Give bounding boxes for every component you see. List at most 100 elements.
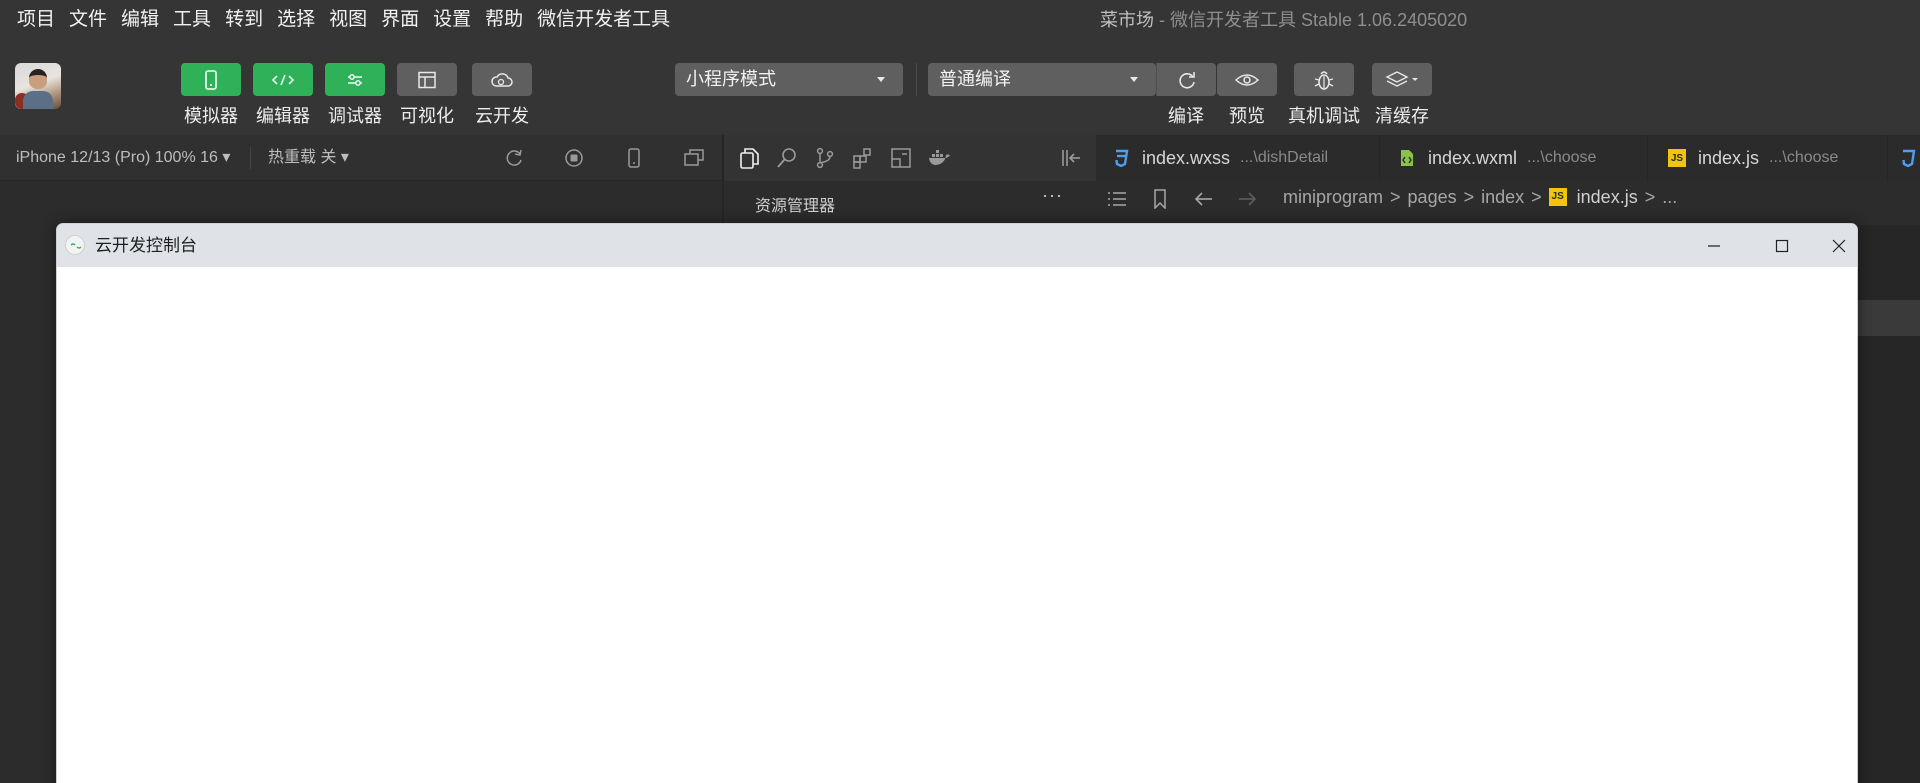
compile-label: 编译	[1168, 106, 1204, 126]
cloud-button[interactable]	[472, 63, 532, 96]
window-title: 菜市场 - 微信开发者工具 Stable 1.06.2405020	[1100, 0, 1467, 40]
detach-window-icon[interactable]	[683, 147, 705, 169]
cloud-console-logo-icon	[65, 235, 85, 255]
simulator-divider	[250, 147, 251, 169]
css-icon	[1112, 149, 1130, 167]
menu-edit[interactable]: 编辑	[114, 0, 166, 40]
breadcrumb: miniprogram > pages > index > JS index.js > …	[1096, 181, 1920, 225]
maximize-button[interactable]	[1752, 224, 1812, 267]
visual-button[interactable]	[397, 63, 457, 96]
project-name: 菜市场	[1100, 10, 1154, 30]
search-icon[interactable]	[775, 146, 799, 170]
app-name: 微信开发者工具 Stable 1.06.2405020	[1170, 10, 1468, 30]
simulator-bar: iPhone 12/13 (Pro) 100% 16 ▾ 热重载 关 ▾	[0, 135, 722, 181]
debugger-button[interactable]	[325, 63, 385, 96]
more-actions-icon[interactable]: ···	[1042, 185, 1063, 206]
mode-select[interactable]: 小程序模式	[675, 63, 903, 96]
menu-tools[interactable]: 工具	[166, 0, 218, 40]
explorer-header: 资源管理器 ···	[724, 181, 1096, 225]
docker-icon[interactable]	[927, 146, 951, 170]
tab-index-js[interactable]: JS index.js ...\choose	[1648, 135, 1888, 181]
phone-icon	[205, 69, 217, 90]
mode-select-value: 小程序模式	[686, 69, 776, 89]
source-control-icon[interactable]	[813, 146, 837, 170]
chevron-right-icon: >	[1531, 187, 1542, 207]
menu-bar: 项目 文件 编辑 工具 转到 选择 视图 界面 设置 帮助 微信开发者工具	[0, 0, 1920, 40]
wxml-icon	[1398, 149, 1416, 167]
sliders-icon	[348, 73, 362, 86]
layout-icon	[418, 71, 436, 88]
editor-button[interactable]	[253, 63, 313, 96]
menu-settings[interactable]: 设置	[426, 0, 478, 40]
maximize-icon	[1775, 239, 1789, 252]
collapse-panel-icon[interactable]	[1059, 146, 1083, 170]
cloud-icon	[491, 72, 513, 87]
breadcrumb-pages[interactable]: pages	[1408, 181, 1457, 213]
tab-overflow[interactable]	[1888, 135, 1920, 181]
back-arrow-icon[interactable]	[1193, 189, 1215, 209]
tab-index-wxss[interactable]: index.wxss ...\dishDetail	[1096, 135, 1380, 181]
stop-icon[interactable]	[563, 147, 585, 169]
breadcrumb-miniprogram[interactable]: miniprogram	[1283, 181, 1383, 213]
tab-filename: index.wxml	[1428, 147, 1518, 168]
extensions-icon[interactable]	[851, 146, 875, 170]
title-separator: -	[1154, 10, 1170, 30]
device-icon[interactable]	[623, 147, 645, 169]
menu-view[interactable]: 视图	[322, 0, 374, 40]
bug-icon	[1314, 70, 1334, 90]
compile-button[interactable]	[1156, 63, 1216, 96]
clear-cache-button[interactable]	[1372, 63, 1432, 96]
menu-file[interactable]: 文件	[62, 0, 114, 40]
editor-tabs: index.wxss ...\dishDetail index.wxml ...\c…	[1096, 135, 1920, 181]
forward-arrow-icon[interactable]	[1236, 189, 1258, 209]
tab-index-wxml[interactable]: index.wxml ...\choose	[1380, 135, 1648, 181]
breadcrumb-tail[interactable]: ...	[1662, 181, 1677, 213]
compile-mode-select[interactable]: 普通编译	[928, 63, 1156, 96]
editor-label: 编辑器	[256, 106, 310, 126]
avatar-head	[29, 69, 47, 89]
cloud-console-window: 云开发控制台	[56, 223, 1858, 783]
list-icon[interactable]	[1106, 189, 1128, 209]
tab-path: ...\dishDetail	[1240, 149, 1329, 166]
chevron-right-icon: >	[1390, 187, 1401, 207]
remote-debug-button[interactable]	[1294, 63, 1354, 96]
menu-selection[interactable]: 选择	[270, 0, 322, 40]
files-icon[interactable]	[737, 146, 761, 170]
visual-label: 可视化	[400, 106, 454, 126]
hot-reload-select[interactable]: 热重载 关 ▾	[268, 135, 349, 181]
avatar[interactable]	[15, 63, 61, 109]
toolbar-divider	[916, 63, 917, 96]
close-button[interactable]	[1820, 224, 1857, 267]
breadcrumb-file[interactable]: index.js	[1577, 181, 1638, 213]
menu-devtools[interactable]: 微信开发者工具	[530, 0, 677, 40]
breadcrumb-index[interactable]: index	[1481, 181, 1524, 213]
chevron-down-icon	[877, 77, 885, 82]
sub-toolbar: iPhone 12/13 (Pro) 100% 16 ▾ 热重载 关 ▾ ind…	[0, 135, 1920, 181]
simulator-label: 模拟器	[184, 106, 238, 126]
menu-goto[interactable]: 转到	[218, 0, 270, 40]
chevron-right-icon: >	[1463, 187, 1475, 207]
tab-filename: index.js	[1698, 147, 1760, 168]
js-icon: JS	[1668, 149, 1686, 167]
close-icon	[1832, 239, 1845, 252]
simulator-button[interactable]	[181, 63, 241, 96]
bookmark-icon[interactable]	[1149, 189, 1171, 209]
layers-icon	[1385, 70, 1418, 87]
menu-project[interactable]: 项目	[0, 0, 62, 40]
tab-path: ...\choose	[1769, 149, 1839, 166]
window-titlebar[interactable]: 云开发控制台	[57, 224, 1857, 267]
tab-filename: index.wxss	[1142, 147, 1231, 168]
rotate-icon[interactable]	[503, 147, 525, 169]
minimize-button[interactable]	[1684, 224, 1744, 267]
outline-icon[interactable]	[889, 146, 913, 170]
window-title-text: 云开发控制台	[95, 236, 197, 255]
css-icon	[1900, 149, 1916, 167]
menu-help[interactable]: 帮助	[478, 0, 530, 40]
explorer-toolbar	[724, 135, 1096, 181]
code-icon	[271, 74, 295, 85]
cloud-label: 云开发	[475, 106, 529, 126]
menu-interface[interactable]: 界面	[374, 0, 426, 40]
preview-button[interactable]	[1217, 63, 1277, 96]
js-icon: JS	[1548, 188, 1567, 206]
device-select[interactable]: iPhone 12/13 (Pro) 100% 16 ▾	[16, 135, 230, 181]
